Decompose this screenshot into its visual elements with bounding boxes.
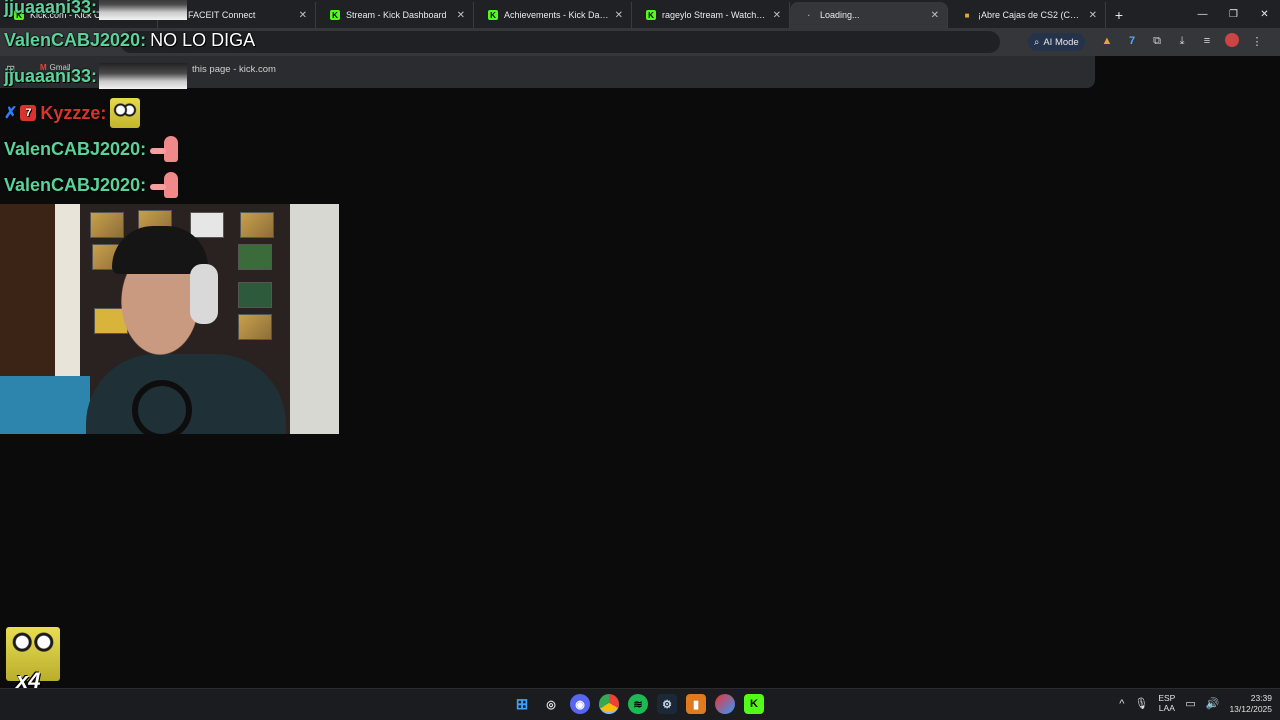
person-thumbnail-emote: [99, 0, 188, 20]
chrome-icon[interactable]: [599, 694, 619, 714]
patrick-emote: [148, 172, 182, 198]
system-tray: ^ 🎙 ESP LAA ▭ 🔊 23:39 13/12/2025: [1119, 693, 1272, 714]
chat-username: ValenCABJ2020:: [4, 138, 147, 159]
microphone-icon[interactable]: 🎙: [1134, 697, 1148, 710]
tab-title: FACEIT Connect: [188, 10, 256, 20]
kick-icon: K: [646, 10, 656, 20]
tab-title: rageylo Stream - Watch Live on: [662, 10, 767, 20]
spongebob-emote: [110, 98, 141, 128]
tab-loading[interactable]: · Loading... ✕: [790, 2, 948, 28]
chat-message: ValenCABJ2020:: [4, 172, 182, 198]
ai-mode-label: AI Mode: [1043, 36, 1079, 48]
close-icon[interactable]: ✕: [1089, 10, 1097, 21]
chevron-up-icon[interactable]: ^: [1119, 698, 1124, 710]
bed: [0, 376, 90, 434]
loading-icon: ·: [807, 10, 811, 20]
chat-username: Kyzzze:: [40, 102, 107, 123]
windows-taskbar: ⊞ ◎ ◉ ≋ ⚙ ▮ K ^ 🎙 ESP LAA ▭ 🔊 23:39 13/1…: [0, 688, 1280, 720]
tab-cs2-cases[interactable]: ■ ¡Abre Cajas de CS2 (CS:GO), Ga ✕: [948, 2, 1106, 28]
steam-icon[interactable]: ⚙: [657, 694, 677, 714]
wall-poster: [238, 314, 272, 340]
toolbar-icons: ▲ 7 ⧉ ⤓ ≡ ⋮: [1100, 33, 1264, 49]
clock[interactable]: 23:39 13/12/2025: [1229, 693, 1272, 714]
browser-tabstrip: K Kick.com - Kick C ◢ FACEIT Connect ✕ K…: [0, 0, 1280, 28]
chat-message: ValenCABJ2020: NO LO DIGA: [4, 30, 255, 51]
network-icon[interactable]: ▭: [1185, 697, 1195, 710]
restore-icon[interactable]: ❐: [1218, 9, 1249, 20]
chat-username: jjuaaani33:: [4, 0, 98, 17]
patrick-emote: [148, 136, 182, 162]
person-thumbnail-emote: [99, 63, 188, 89]
sword-badge-icon: ✗: [4, 105, 18, 122]
spotify-icon[interactable]: ≋: [628, 694, 648, 714]
windows-start-icon[interactable]: ⊞: [512, 694, 532, 714]
close-icon[interactable]: ✕: [773, 10, 781, 21]
taskbar-apps: ⊞ ◎ ◉ ≋ ⚙ ▮ K: [512, 694, 764, 714]
close-icon[interactable]: ✕: [615, 10, 623, 21]
search-sparkle-icon: ⌕: [1034, 36, 1040, 48]
close-icon[interactable]: ✕: [299, 10, 307, 21]
discord-icon[interactable]: ◉: [570, 694, 590, 714]
tab-rageylo-stream[interactable]: K rageylo Stream - Watch Live on ✕: [632, 2, 790, 28]
seven-tv-icon[interactable]: 7: [1125, 33, 1139, 49]
app-icon[interactable]: ▮: [686, 694, 706, 714]
new-tab-button[interactable]: +: [1106, 2, 1132, 28]
tab-title: Loading...: [820, 10, 860, 20]
chat-message: jjuaaani33:: [4, 63, 188, 89]
microphone: [132, 380, 192, 434]
clock-date: 13/12/2025: [1229, 703, 1272, 714]
search-icon[interactable]: ◎: [541, 694, 561, 714]
tab-title: Stream - Kick Dashboard: [346, 10, 447, 20]
chat-username: jjuaaani33:: [4, 65, 98, 86]
close-icon[interactable]: ✕: [457, 10, 465, 21]
tab-title: ¡Abre Cajas de CS2 (CS:GO), Ga: [978, 10, 1083, 20]
ai-mode-button[interactable]: ⌕ AI Mode: [1028, 33, 1085, 51]
page-prompt-text: this page - kick.com: [192, 64, 276, 75]
menu-icon[interactable]: ⋮: [1250, 33, 1264, 49]
language-indicator[interactable]: ESP LAA: [1158, 693, 1175, 714]
window-controls: — ❐ ✕: [1187, 0, 1280, 28]
volume-icon[interactable]: 🔊: [1206, 697, 1220, 710]
wall-poster: [238, 282, 272, 308]
extension-flame-icon[interactable]: ▲: [1100, 33, 1114, 49]
seven-tv-badge-icon: 7: [20, 105, 37, 121]
webcam-feed: [0, 204, 339, 434]
download-icon[interactable]: ⤓: [1175, 33, 1189, 49]
close-window-icon[interactable]: ✕: [1249, 9, 1280, 20]
close-icon[interactable]: ✕: [931, 10, 939, 21]
tab-stream-dashboard[interactable]: K Stream - Kick Dashboard ✕: [316, 2, 474, 28]
clock-time: 23:39: [1250, 693, 1272, 703]
chat-text: NO LO DIGA: [150, 30, 256, 50]
minimize-icon[interactable]: —: [1187, 9, 1218, 20]
layout-code: LAA: [1158, 702, 1175, 713]
wall-poster: [240, 212, 274, 238]
chat-username: ValenCABJ2020:: [4, 30, 147, 50]
wall-poster: [238, 244, 272, 270]
chat-message: jjuaaani33:: [4, 0, 188, 20]
extensions-puzzle-icon[interactable]: ⧉: [1150, 33, 1164, 49]
kick-icon: K: [330, 10, 340, 20]
chat-message: ValenCABJ2020:: [4, 136, 182, 162]
avatar[interactable]: [1225, 33, 1239, 47]
screen: K Kick.com - Kick C ◢ FACEIT Connect ✕ K…: [0, 0, 1280, 720]
tab-title: Achievements - Kick Dashboard: [504, 10, 609, 20]
chat-username: ValenCABJ2020:: [4, 174, 147, 195]
gift-icon: ■: [964, 10, 970, 20]
chat-message: ✗ 7 Kyzzze:: [4, 98, 141, 128]
kick-icon[interactable]: K: [744, 694, 764, 714]
app2-icon[interactable]: [715, 694, 735, 714]
reading-list-icon[interactable]: ≡: [1200, 33, 1214, 49]
tab-achievements[interactable]: K Achievements - Kick Dashboard ✕: [474, 2, 632, 28]
headphones: [190, 264, 218, 324]
kick-icon: K: [488, 10, 498, 20]
